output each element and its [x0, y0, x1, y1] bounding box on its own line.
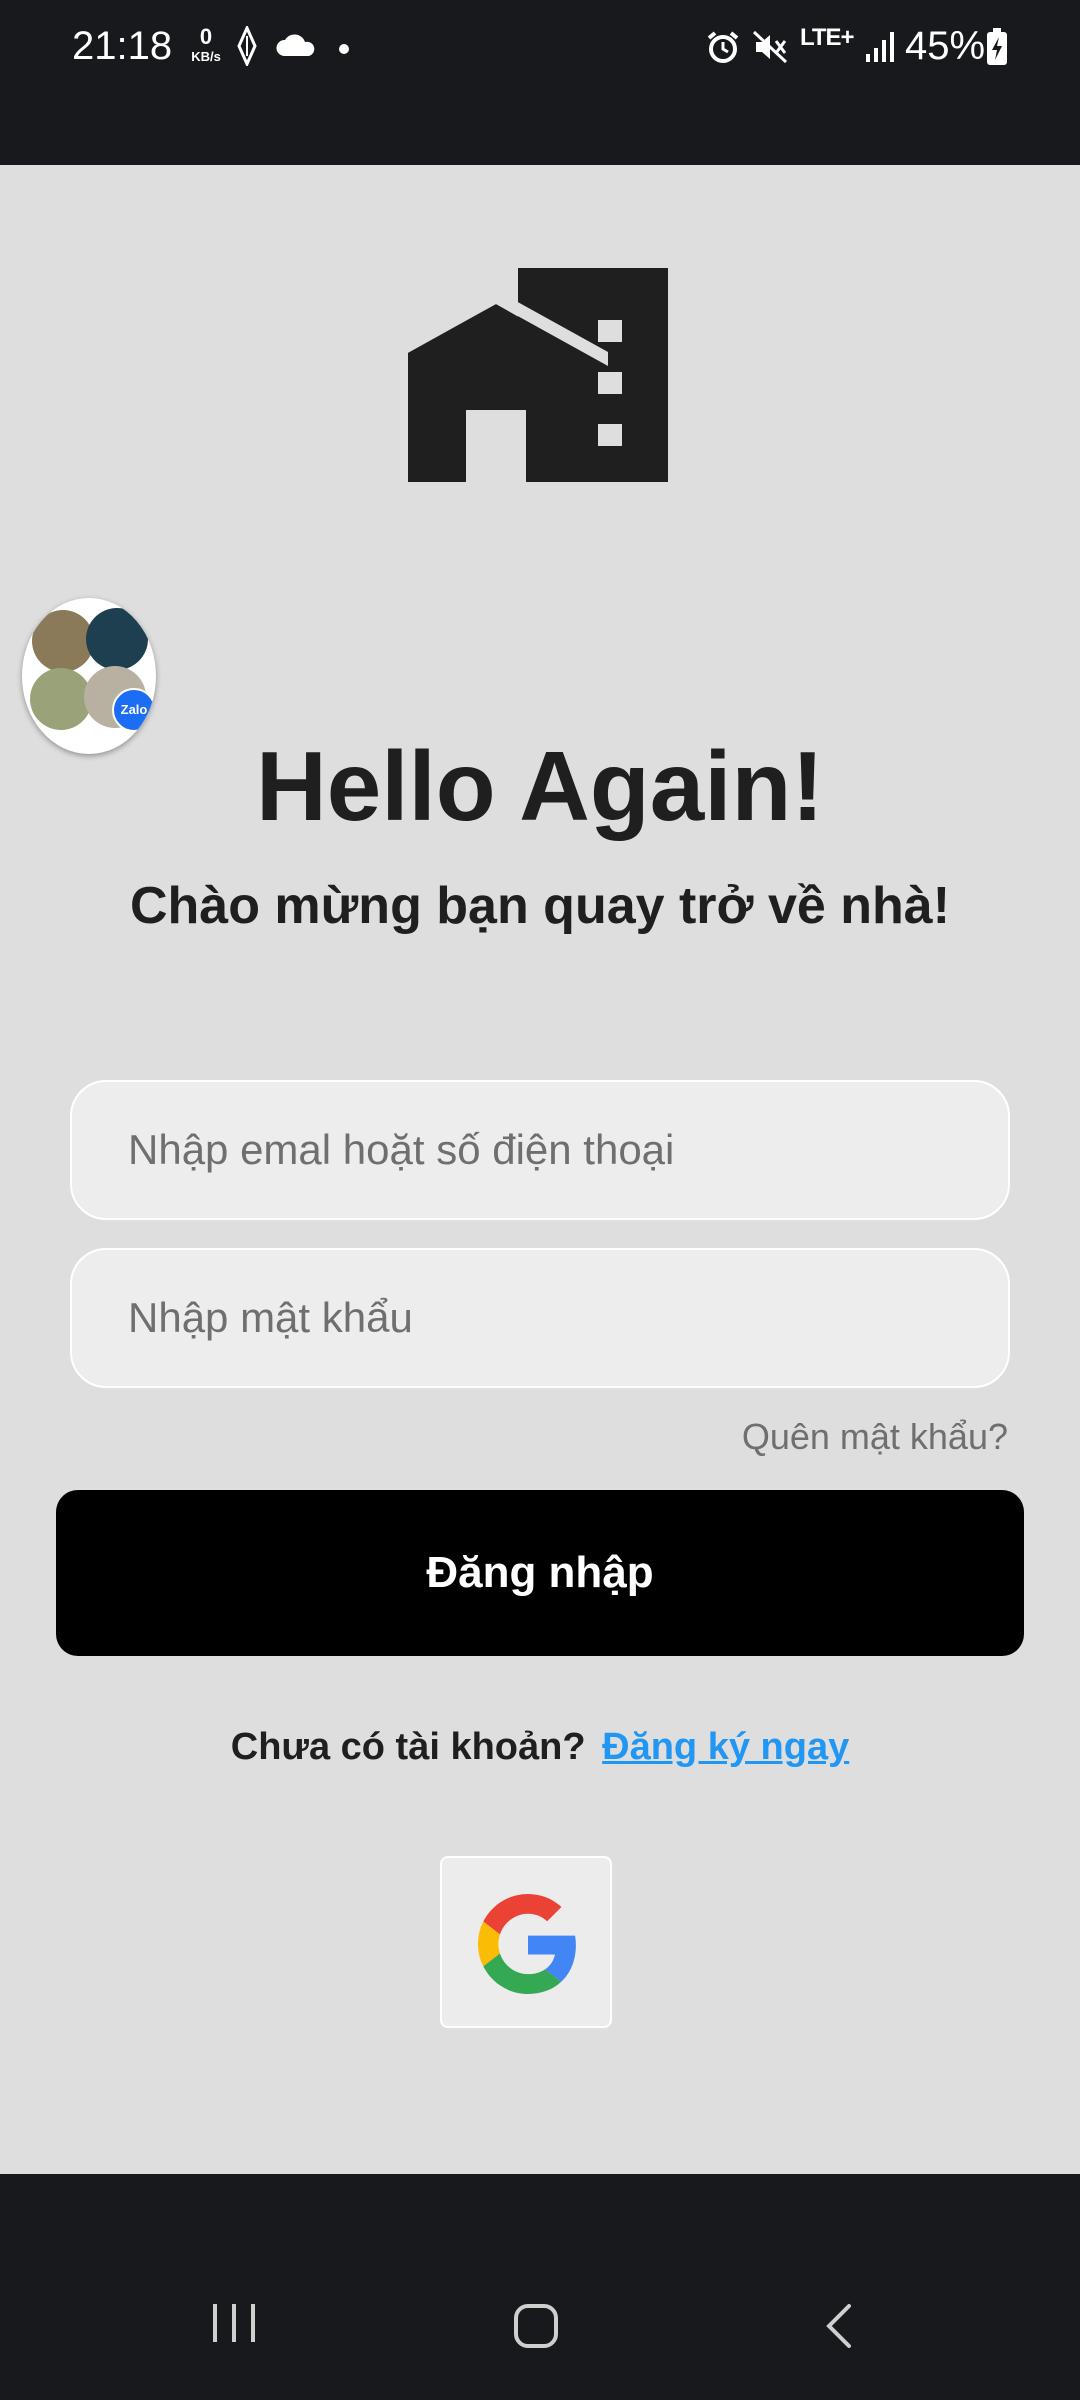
net-speed-unit: KB/s [191, 49, 221, 64]
login-button[interactable]: Đăng nhập [56, 1490, 1024, 1656]
status-time: 21:18 [72, 24, 173, 68]
recent-apps-button[interactable] [154, 2174, 314, 2400]
home-icon [514, 2304, 558, 2348]
vpn-icon [236, 24, 258, 71]
password-input[interactable] [72, 1250, 1008, 1386]
net-speed-value: 0 [199, 24, 213, 49]
page-subtitle: Chào mừng bạn quay trở về nhà! [129, 877, 951, 935]
signal-icon [864, 30, 896, 69]
google-signin-button[interactable] [440, 1856, 612, 2028]
google-icon [478, 1894, 576, 1994]
back-icon [826, 2304, 851, 2348]
forgot-password-link[interactable]: Quên mật khẩu? [742, 1416, 1008, 1458]
status-bar: 21:18 0 KB/s LTE+ 45% [0, 0, 1080, 165]
password-field[interactable] [70, 1248, 1010, 1388]
zalo-badge-icon: Zalo [112, 688, 156, 732]
cloud-icon [276, 34, 316, 63]
alarm-icon [706, 30, 740, 69]
dot-icon [338, 42, 350, 60]
mute-icon [752, 30, 788, 69]
chat-avatar [30, 668, 92, 730]
net-speed: 0 KB/s [184, 24, 228, 64]
home-button[interactable] [456, 2174, 616, 2400]
email-field[interactable] [70, 1080, 1010, 1220]
chat-avatar [32, 610, 94, 672]
app-logo-icon [406, 268, 670, 489]
battery-charging-icon [986, 28, 1008, 71]
chat-avatar [86, 608, 148, 670]
signup-row: Chưa có tài khoản? Đăng ký ngay [0, 1726, 1080, 1769]
signup-link[interactable]: Đăng ký ngay [602, 1726, 849, 1768]
no-account-text: Chưa có tài khoản? [230, 1726, 586, 1768]
page-title: Hello Again! [255, 731, 825, 841]
network-type: LTE+ [800, 24, 855, 51]
back-button[interactable] [758, 2174, 918, 2400]
battery-percent: 45% [905, 24, 986, 68]
recent-apps-icon [213, 2304, 255, 2342]
email-input[interactable] [72, 1082, 1008, 1218]
system-nav-bar [0, 2174, 1080, 2400]
